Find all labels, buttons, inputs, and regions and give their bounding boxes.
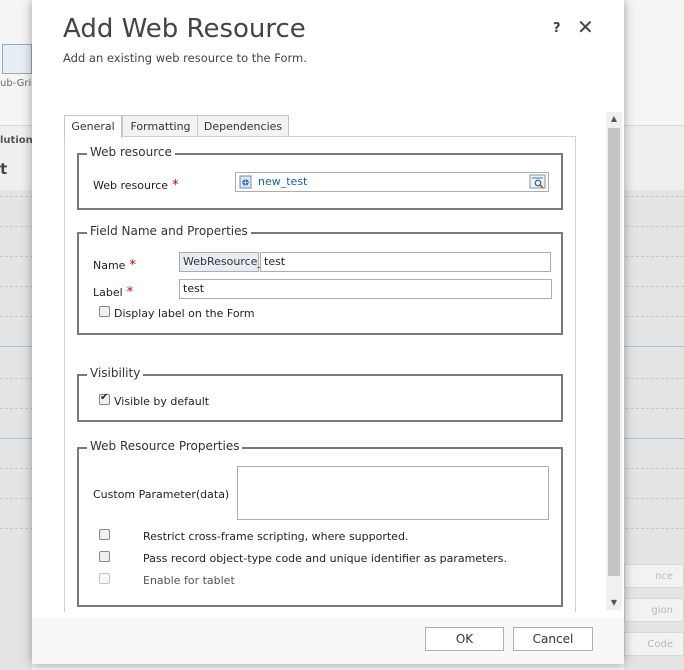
enable-for-tablet-label: Enable for tablet bbox=[143, 574, 235, 587]
required-marker: * bbox=[172, 178, 179, 193]
web-resource-lookup[interactable]: new_test bbox=[235, 172, 549, 192]
web-resource-legend: Web resource bbox=[87, 145, 175, 159]
dialog-title: Add Web Resource bbox=[63, 14, 306, 44]
visibility-legend: Visibility bbox=[87, 366, 144, 380]
tab-general[interactable]: General bbox=[64, 115, 122, 138]
background-field: nce bbox=[624, 564, 684, 588]
label-input[interactable]: test bbox=[179, 279, 552, 299]
dialog-footer: OK Cancel bbox=[32, 618, 624, 664]
help-icon[interactable]: ? bbox=[553, 21, 561, 36]
subgrid-icon bbox=[2, 44, 32, 74]
lookup-search-icon[interactable] bbox=[529, 174, 547, 190]
close-icon[interactable]: ✕ bbox=[577, 16, 594, 38]
custom-parameter-label: Custom Parameter(data) bbox=[93, 488, 230, 501]
visible-by-default-label: Visible by default bbox=[114, 395, 210, 408]
custom-parameter-textarea[interactable] bbox=[237, 466, 549, 520]
background-field: gion bbox=[624, 598, 684, 622]
restrict-cross-frame-label: Restrict cross-frame scripting, where su… bbox=[143, 530, 409, 543]
dialog-scrollbar[interactable]: ▲ ▼ bbox=[606, 112, 622, 610]
background-field: Code bbox=[624, 632, 684, 656]
enable-for-tablet-checkbox bbox=[99, 573, 110, 584]
web-resource-value[interactable]: new_test bbox=[258, 175, 307, 188]
tab-dependencies[interactable]: Dependencies bbox=[197, 115, 289, 136]
dialog-content-scroll[interactable]: General Formatting Dependencies Web reso… bbox=[48, 112, 624, 612]
background-solution-label: lution bbox=[0, 135, 33, 146]
visible-by-default-checkbox[interactable] bbox=[99, 392, 110, 405]
field-name-section: Field Name and Properties Name * WebResou… bbox=[77, 224, 563, 335]
general-tab-panel: Web resource Web resource * new_test Fie… bbox=[64, 136, 576, 612]
web-resource-file-icon bbox=[239, 175, 252, 189]
field-name-legend: Field Name and Properties bbox=[87, 224, 251, 238]
dialog-subtitle: Add an existing web resource to the Form… bbox=[63, 51, 307, 65]
name-input[interactable]: test bbox=[260, 252, 551, 272]
cancel-button[interactable]: Cancel bbox=[513, 627, 593, 651]
name-label: Name * bbox=[93, 258, 136, 273]
display-label-checkbox[interactable] bbox=[99, 306, 110, 317]
tab-formatting[interactable]: Formatting bbox=[122, 115, 199, 136]
label-label: Label * bbox=[93, 285, 134, 300]
scroll-up-icon[interactable]: ▲ bbox=[606, 112, 622, 126]
display-label-checkbox-label: Display label on the Form bbox=[114, 307, 255, 320]
required-marker: * bbox=[129, 258, 136, 273]
web-resource-properties-section: Web Resource Properties Custom Parameter… bbox=[77, 439, 563, 607]
scrollbar-thumb[interactable] bbox=[608, 128, 620, 576]
background-heading: t bbox=[0, 160, 8, 178]
required-marker: * bbox=[126, 285, 134, 300]
name-prefix: WebResource_ bbox=[179, 252, 263, 272]
pass-record-label: Pass record object-type code and unique … bbox=[143, 552, 507, 565]
background-left-panel bbox=[0, 190, 32, 670]
visibility-section: Visibility Visible by default bbox=[77, 366, 563, 422]
web-resource-label: Web resource * bbox=[93, 178, 179, 193]
web-resource-section: Web resource Web resource * new_test bbox=[77, 145, 563, 210]
pass-record-checkbox[interactable] bbox=[99, 551, 110, 562]
ok-button[interactable]: OK bbox=[425, 627, 504, 651]
scroll-down-icon[interactable]: ▼ bbox=[606, 596, 622, 610]
restrict-cross-frame-checkbox[interactable] bbox=[99, 529, 110, 540]
add-web-resource-dialog: Add Web Resource Add an existing web res… bbox=[32, 0, 624, 664]
properties-legend: Web Resource Properties bbox=[87, 439, 243, 453]
